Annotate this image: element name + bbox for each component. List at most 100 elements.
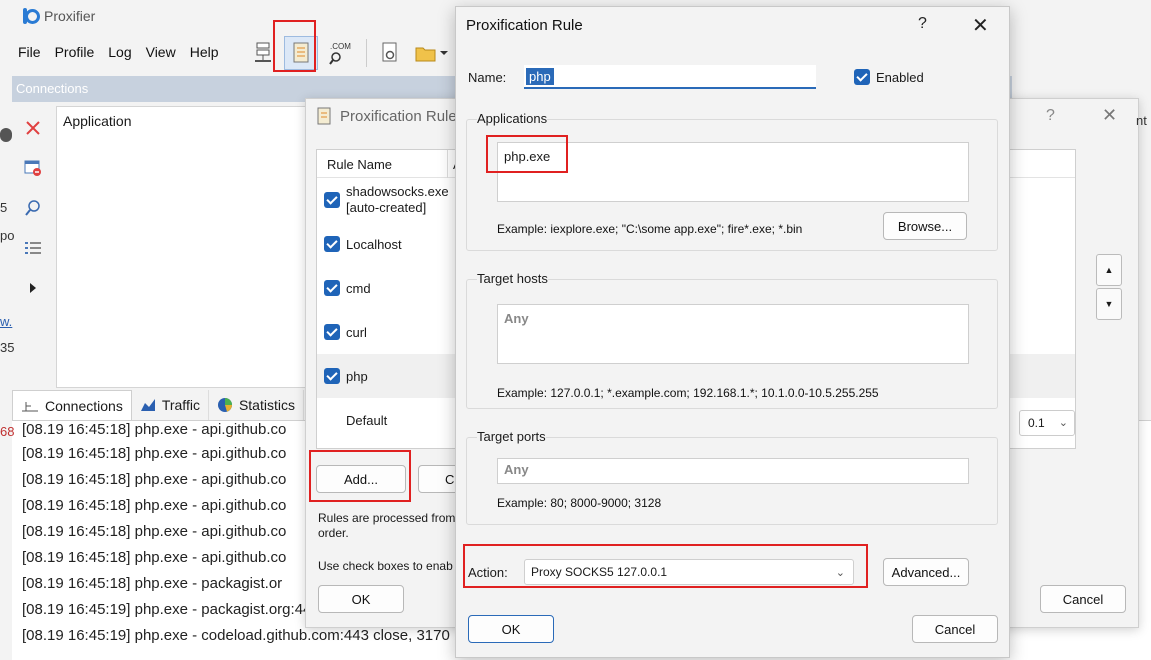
rule-row-shadowsocks[interactable]: shadowsocks.exe [auto-created] [317, 178, 457, 222]
main-bottom-tabs: Connections Traffic Statistics [12, 390, 304, 420]
rule-dialog-title: Proxification Rule [466, 17, 583, 34]
open-profile-button[interactable] [411, 36, 451, 70]
rule-name: php [346, 368, 368, 384]
menu-profile[interactable]: Profile [55, 44, 95, 60]
rule-close-button[interactable]: ✕ [972, 13, 989, 38]
rules-close-button[interactable]: ✕ [1102, 105, 1117, 126]
rule-row-default[interactable]: Default [317, 398, 457, 442]
move-rule-up-button[interactable]: ▲ [1096, 254, 1122, 286]
rule-enabled-checkbox[interactable] [324, 368, 340, 384]
advanced-button[interactable]: Advanced... [883, 558, 969, 586]
rule-row-cmd[interactable]: cmd [317, 266, 457, 310]
help-circle-icon [0, 128, 12, 142]
log-line: [08.19 16:45:18] php.exe - api.github.co [22, 523, 287, 540]
rule-name: shadowsocks.exe [346, 184, 449, 199]
rule-enabled-checkbox[interactable] [324, 324, 340, 340]
list-view-button[interactable] [18, 232, 48, 264]
server-stack-icon [255, 42, 271, 62]
proxification-rules-button[interactable] [284, 36, 318, 70]
applications-example: Example: iexplore.exe; "C:\some app.exe"… [497, 222, 803, 236]
enabled-checkbox[interactable] [854, 69, 870, 85]
list-icon [25, 242, 41, 254]
target-ports-example: Example: 80; 8000-9000; 3128 [497, 496, 662, 510]
rule-enabled-checkbox[interactable] [324, 280, 340, 296]
name-resolution-button[interactable]: .COM [322, 36, 356, 70]
menu-view[interactable]: View [146, 44, 176, 60]
column-rule-name[interactable]: Rule Name [327, 157, 392, 172]
action-label: Action: [468, 565, 508, 580]
rules-ok-button[interactable]: OK [318, 585, 404, 613]
connections-list[interactable]: Application [56, 106, 316, 388]
log-line: [08.19 16:45:18] php.exe - api.github.co [22, 445, 287, 462]
tab-statistics[interactable]: Statistics [209, 390, 304, 420]
rules-info-line: order. [318, 526, 349, 540]
rules-checkbox-info: Use check boxes to enab [318, 559, 453, 573]
edge-text-fragment: 68 [0, 424, 15, 439]
applications-label: Applications [477, 111, 548, 126]
remove-window-button[interactable] [18, 152, 48, 184]
target-hosts-example: Example: 127.0.0.1; *.example.com; 192.1… [497, 386, 879, 400]
rules-cancel-button[interactable]: Cancel [1040, 585, 1126, 613]
target-hosts-value: Any [504, 311, 529, 326]
applications-value: php.exe [504, 149, 551, 164]
rule-help-button[interactable]: ? [918, 15, 927, 33]
rule-row-localhost[interactable]: Localhost [317, 222, 457, 266]
rule-cancel-button[interactable]: Cancel [912, 615, 998, 643]
rules-info-line: Rules are processed from [318, 511, 456, 525]
rule-checkbox-placeholder [324, 412, 340, 428]
clipped-right-text: nt [1136, 113, 1147, 128]
edge-text-fragment: 5 [0, 200, 8, 215]
expand-arrow-button[interactable] [18, 272, 48, 304]
rule-row-curl[interactable]: curl [317, 310, 457, 354]
rule-ok-button[interactable]: OK [468, 615, 554, 643]
menubar: File Profile Log View Help [18, 38, 233, 66]
column-divider [447, 150, 448, 178]
rule-name-input[interactable] [524, 65, 816, 89]
proxy-servers-button[interactable] [246, 36, 280, 70]
add-rule-button[interactable]: Add... [316, 465, 406, 493]
target-hosts-label: Target hosts [477, 271, 548, 286]
red-x-icon [26, 121, 40, 135]
action-dropdown[interactable]: Proxy SOCKS5 127.0.0.1 ⌄ [524, 559, 854, 585]
close-connection-button[interactable] [18, 112, 48, 144]
toolbar-separator [366, 39, 367, 67]
rule-name-selected-text: php [526, 68, 554, 85]
name-label: Name: [468, 70, 507, 85]
tab-connections[interactable]: Connections [12, 390, 132, 420]
rules-processing-info: Rules are processed from order. [318, 511, 468, 541]
play-arrow-icon [30, 283, 36, 293]
rule-action-dropdown[interactable]: 0.1 ⌄ [1019, 410, 1075, 436]
move-rule-down-button[interactable]: ▼ [1096, 288, 1122, 320]
edge-text-fragment: po [0, 228, 15, 243]
log-line: [08.19 16:45:18] php.exe - api.github.co [22, 421, 287, 438]
chevron-down-icon: ⌄ [1058, 417, 1068, 429]
advanced-settings-button[interactable] [373, 36, 407, 70]
target-ports-input[interactable]: Any [497, 458, 969, 484]
dns-search-icon: .COM [329, 42, 351, 65]
rules-dialog-title: Proxification Rules [340, 107, 465, 125]
rule-name: Default [346, 412, 388, 428]
applications-textarea[interactable]: php.exe [497, 142, 969, 202]
folder-open-icon [415, 47, 448, 62]
menu-file[interactable]: File [18, 44, 41, 60]
enabled-checkbox-group[interactable]: Enabled [854, 69, 924, 85]
rules-help-button[interactable]: ? [1046, 107, 1055, 125]
target-hosts-textarea[interactable]: Any [497, 304, 969, 364]
window-minus-icon [24, 160, 41, 176]
main-toolbar: .COM [246, 34, 473, 72]
rule-enabled-checkbox[interactable] [324, 192, 340, 208]
magnifier-plus-icon [25, 200, 40, 216]
svg-text:.COM: .COM [330, 42, 351, 51]
action-dropdown-value: Proxy SOCKS5 127.0.0.1 [531, 565, 668, 579]
rules-dialog-titlebar: Proxification Rules [316, 107, 464, 125]
tab-traffic[interactable]: Traffic [132, 390, 209, 420]
menu-help[interactable]: Help [190, 44, 219, 60]
connections-side-toolbar [18, 112, 48, 312]
find-button[interactable] [18, 192, 48, 224]
rule-name: cmd [346, 280, 371, 296]
rule-order-buttons: ▲ ▼ [1096, 254, 1122, 322]
browse-button[interactable]: Browse... [883, 212, 967, 240]
rule-action-dropdown-value: 0.1 [1028, 416, 1045, 430]
rule-enabled-checkbox[interactable] [324, 236, 340, 252]
menu-log[interactable]: Log [108, 44, 131, 60]
